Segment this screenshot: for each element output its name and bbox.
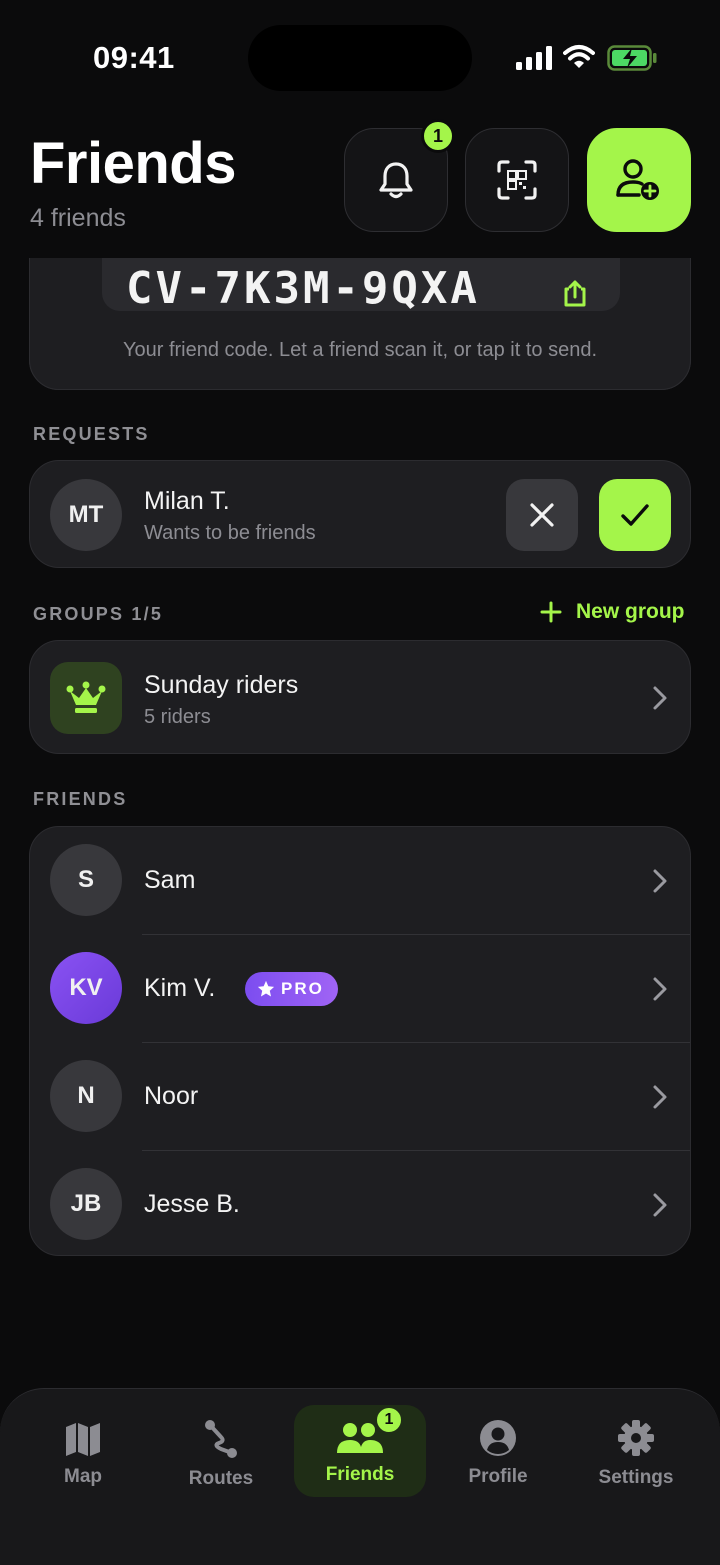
friend-row[interactable]: N Noor <box>30 1043 690 1151</box>
add-friend-button[interactable] <box>587 128 691 232</box>
close-icon <box>530 503 554 527</box>
chevron-right-icon <box>653 869 667 893</box>
tab-routes[interactable]: Routes <box>155 1405 287 1497</box>
new-group-label: New group <box>576 600 685 623</box>
plus-icon <box>540 601 562 623</box>
tab-friends[interactable]: 1 Friends <box>294 1405 426 1497</box>
friend-name: Sam <box>144 866 196 894</box>
qr-scan-icon <box>497 160 537 200</box>
groups-section-label: GROUPS 1/5 <box>33 604 164 624</box>
friends-section-label: FRIENDS <box>33 789 128 809</box>
chevron-right-icon <box>653 686 667 710</box>
friend-code: CV-7K3M-9QXA <box>126 263 480 314</box>
tab-label: Profile <box>468 1466 528 1487</box>
tab-label: Friends <box>325 1464 395 1485</box>
tab-settings[interactable]: Settings <box>570 1405 702 1497</box>
new-group-button[interactable]: New group <box>540 600 685 624</box>
accept-request-button[interactable] <box>599 479 671 551</box>
friend-code-button[interactable]: CV-7K3M-9QXA <box>102 258 620 314</box>
check-icon <box>621 504 649 526</box>
notification-badge: 1 <box>421 119 455 153</box>
friend-name: Jesse B. <box>144 1190 240 1218</box>
requests-section-label: REQUESTS <box>33 424 150 444</box>
friend-count: 4 friends <box>30 204 126 232</box>
route-icon <box>205 1420 237 1458</box>
tab-profile[interactable]: Profile <box>432 1405 564 1497</box>
decline-request-button[interactable] <box>506 479 578 551</box>
tab-label: Routes <box>188 1468 254 1489</box>
friend-code-note: Your friend code. Let a friend scan it, … <box>123 339 597 361</box>
tab-label: Map <box>64 1466 102 1487</box>
dynamic-island <box>248 25 472 91</box>
chevron-right-icon <box>653 977 667 1001</box>
status-bar-overlay: 09:41 <box>0 0 720 110</box>
crown-icon <box>66 681 106 713</box>
tab-map[interactable]: Map <box>17 1405 149 1497</box>
tab-bar: Map Routes 1 Friends Profile Settings <box>0 1388 720 1565</box>
group-icon <box>50 662 122 734</box>
status-time: 09:41 <box>93 40 175 75</box>
tab-badge: 1 <box>374 1405 404 1435</box>
friend-name: Kim V. <box>144 974 216 1002</box>
add-user-icon <box>616 159 659 200</box>
request-subtitle: Wants to be friends <box>144 522 316 544</box>
friend-code-card-visible: CV-7K3M-9QXA Your friend code. Let a fri… <box>29 258 691 390</box>
battery-charging-icon <box>607 45 657 71</box>
tab-label: Settings <box>598 1467 674 1488</box>
cellular-signal-icon <box>516 46 552 70</box>
star-icon <box>257 980 275 997</box>
bell-icon <box>379 162 413 199</box>
friend-name: Noor <box>144 1082 199 1110</box>
avatar: MT <box>50 479 122 551</box>
page-title: Friends <box>30 131 237 196</box>
share-icon[interactable] <box>560 279 590 309</box>
pro-badge-label: PRO <box>281 979 324 998</box>
profile-icon <box>480 1420 516 1456</box>
scan-qr-button[interactable] <box>465 128 569 232</box>
chevron-right-icon <box>653 1085 667 1109</box>
chevron-right-icon <box>653 1193 667 1217</box>
friend-row[interactable]: S Sam <box>30 827 690 935</box>
avatar: JB <box>50 1168 122 1240</box>
friend-row[interactable]: KV Kim V. PRO <box>30 935 690 1043</box>
avatar: N <box>50 1060 122 1132</box>
wifi-icon <box>563 45 595 68</box>
group-name: Sunday riders <box>144 671 299 699</box>
gear-icon <box>618 1420 654 1456</box>
avatar: KV <box>50 952 122 1024</box>
friend-code-card-bg: CV-7K3M-9QXA Your friend code. Let a fri… <box>29 258 691 390</box>
group-row[interactable]: Sunday riders 5 riders <box>29 640 691 754</box>
friend-request-row: MT Milan T. Wants to be friends <box>29 460 691 568</box>
group-subtitle: 5 riders <box>144 706 211 728</box>
pro-badge: PRO <box>245 972 338 1006</box>
map-icon <box>66 1423 100 1456</box>
friend-row[interactable]: JB Jesse B. <box>30 1151 690 1259</box>
avatar: S <box>50 844 122 916</box>
friends-list: S Sam KV Kim V. PRO N Noor JB Jesse B. <box>29 826 691 1256</box>
request-name: Milan T. <box>144 487 230 515</box>
